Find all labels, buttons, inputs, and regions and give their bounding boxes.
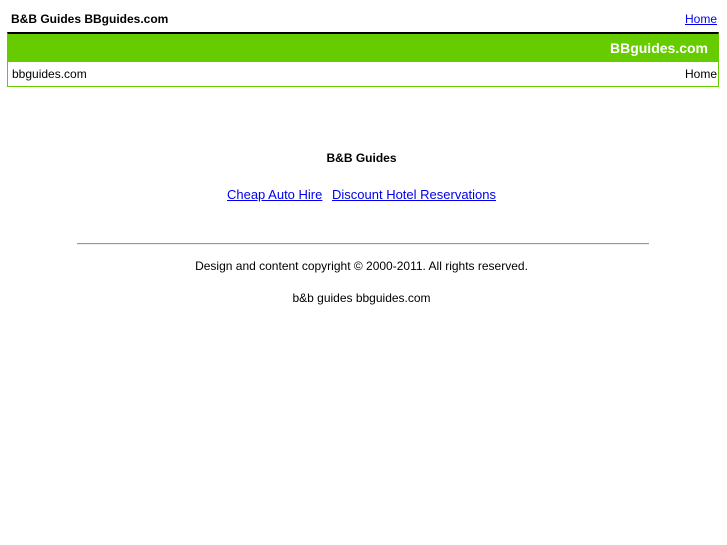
top-home-link[interactable]: Home bbox=[685, 12, 717, 26]
banner-box: BBguides.com bbguides.com Home bbox=[7, 32, 719, 87]
subbar-domain: bbguides.com bbox=[12, 67, 87, 81]
subbar-home: Home bbox=[684, 67, 717, 81]
top-bar: B&B Guides BBguides.com Home bbox=[0, 0, 727, 32]
link-row: Cheap Auto Hire Discount Hotel Reservati… bbox=[0, 187, 723, 202]
divider bbox=[77, 243, 649, 245]
site-title: B&B Guides BBguides.com bbox=[11, 12, 169, 26]
discount-hotel-reservations-link[interactable]: Discount Hotel Reservations bbox=[332, 187, 496, 202]
main-heading: B&B Guides bbox=[326, 151, 397, 165]
footer-tagline: b&b guides bbguides.com bbox=[292, 291, 431, 305]
sub-bar: bbguides.com Home bbox=[8, 62, 718, 86]
banner: BBguides.com bbox=[8, 34, 718, 62]
copyright-text: Design and content copyright © 2000-2011… bbox=[195, 259, 528, 273]
banner-brand: BBguides.com bbox=[609, 40, 708, 56]
cheap-auto-hire-link[interactable]: Cheap Auto Hire bbox=[227, 187, 322, 202]
